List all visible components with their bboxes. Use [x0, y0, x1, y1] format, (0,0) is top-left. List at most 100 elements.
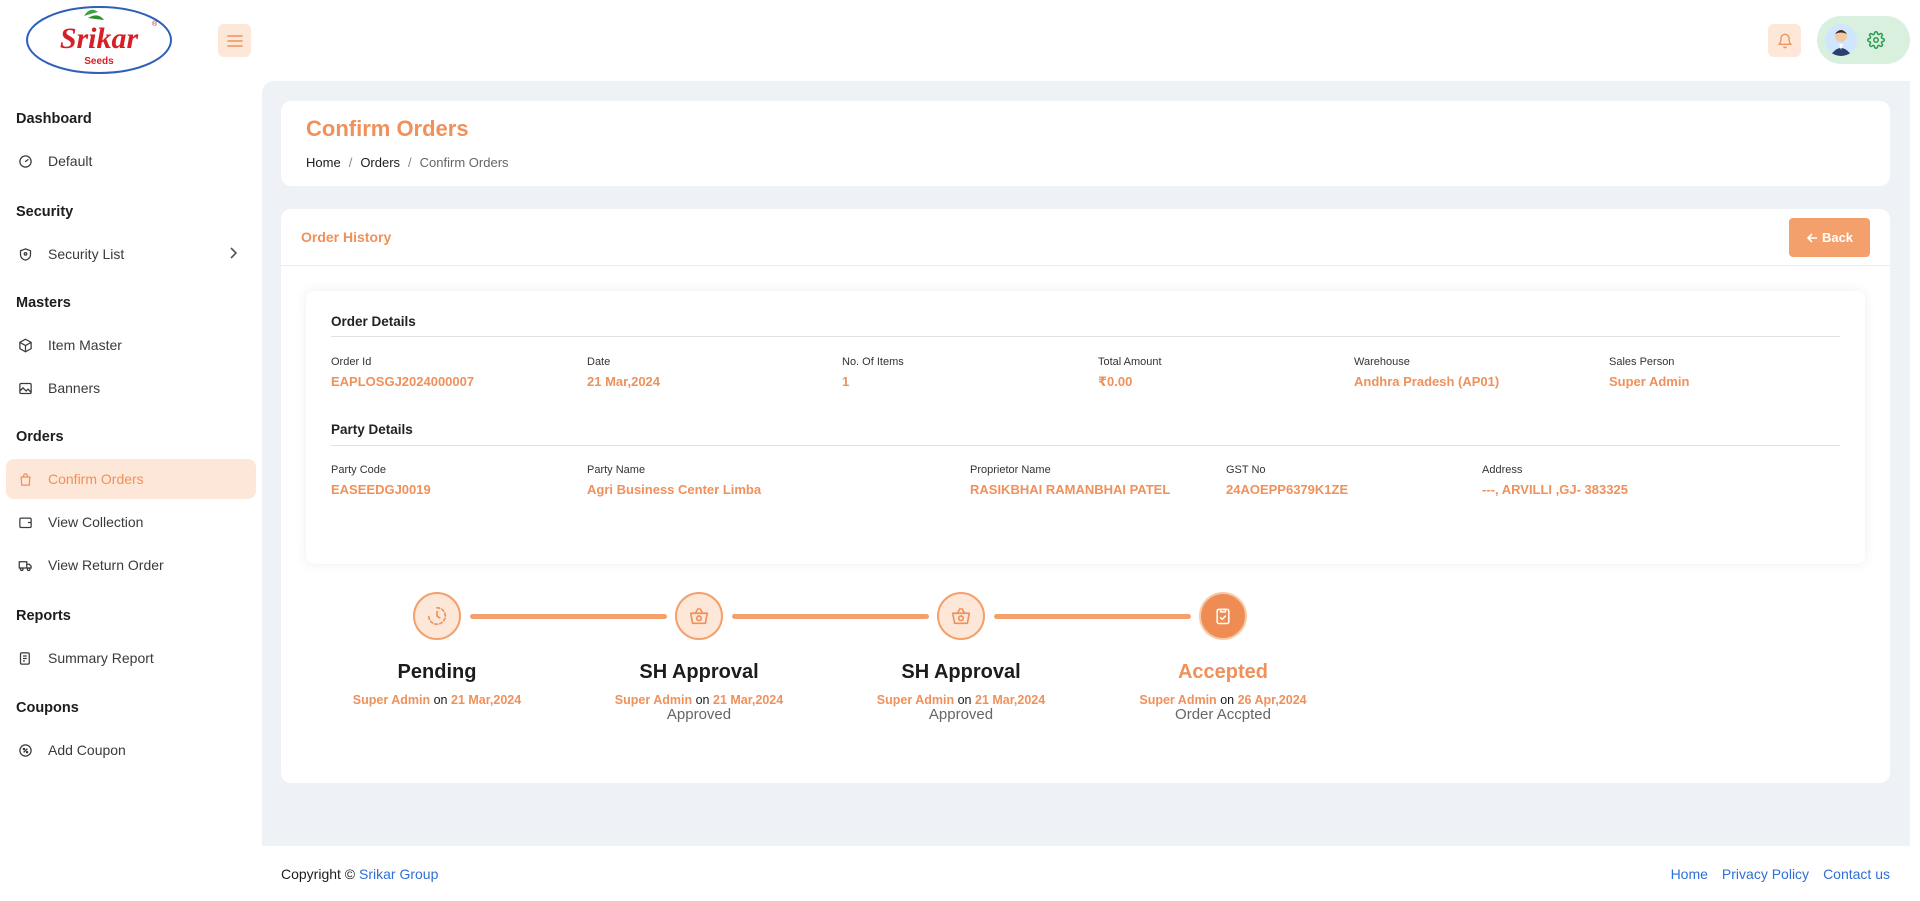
step-note: Order Accpted	[1175, 706, 1271, 723]
breadcrumb-current: Confirm Orders	[419, 155, 509, 170]
truck-icon	[16, 556, 34, 574]
company-link[interactable]: Srikar Group	[359, 866, 438, 882]
nav-heading-coupons: Coupons	[16, 700, 79, 716]
nav-heading-orders: Orders	[16, 429, 64, 445]
step-title: Pending	[397, 661, 477, 683]
srikar-seeds-logo[interactable]: Srikar Seeds ®	[24, 4, 174, 76]
pending-step-icon	[413, 592, 461, 640]
page-header-card: Confirm Orders Home / Orders / Confirm O…	[281, 101, 1890, 186]
sidebar-item-label: Security List	[48, 246, 125, 262]
sh-approval-step-icon	[937, 592, 985, 640]
clock-icon	[427, 606, 447, 626]
svg-text:®: ®	[152, 20, 158, 28]
notifications-button[interactable]	[1768, 24, 1801, 57]
field-label: Sales Person	[1609, 356, 1675, 368]
back-button[interactable]: Back	[1789, 218, 1870, 257]
sidebar-item-view-collection[interactable]: View Collection	[6, 502, 256, 542]
field-label: Address	[1482, 464, 1523, 476]
timeline-step-sh-approval: SH Approval Super Admin on 21 Mar,2024 A…	[841, 661, 1081, 723]
nav-heading-reports: Reports	[16, 608, 71, 624]
field-label: Proprietor Name	[970, 464, 1051, 476]
top-header: Srikar Seeds ®	[0, 0, 1920, 80]
field-value: Andhra Pradesh (AP01)	[1354, 374, 1500, 389]
footer-link-contact[interactable]: Contact us	[1823, 866, 1890, 882]
field-label: No. Of Items	[842, 356, 904, 368]
step-user: Super Admin	[352, 693, 431, 707]
box-icon	[16, 336, 34, 354]
hamburger-icon	[226, 34, 243, 47]
party-details-title: Party Details	[331, 422, 413, 437]
report-icon	[16, 649, 34, 667]
sidebar-item-summary-report[interactable]: Summary Report	[6, 638, 256, 678]
chevron-right-icon	[228, 246, 238, 263]
timeline-connector	[994, 614, 1191, 619]
image-icon	[16, 379, 34, 397]
timeline-step-sh-approval: SH Approval Super Admin on 21 Mar,2024 A…	[579, 661, 819, 723]
copyright-text: Copyright ©	[281, 866, 356, 882]
gear-icon[interactable]	[1867, 31, 1885, 49]
step-title: Accepted	[1177, 661, 1269, 683]
footer-links: Home Privacy Policy Contact us	[1671, 866, 1890, 882]
timeline-connector	[470, 614, 667, 619]
nav-heading-masters: Masters	[16, 295, 71, 311]
proprietor-name-field: Proprietor Name RASIKBHAI RAMANBHAI PATE…	[970, 464, 1170, 497]
field-value: 24AOEPP6379K1ZE	[1226, 482, 1349, 497]
field-value: RASIKBHAI RAMANBHAI PATEL	[970, 482, 1171, 497]
sidebar-item-view-return-order[interactable]: View Return Order	[6, 545, 256, 585]
svg-text:Seeds: Seeds	[84, 56, 114, 67]
breadcrumb-orders[interactable]: Orders	[360, 155, 400, 170]
step-date: 21 Mar,2024	[975, 693, 1046, 707]
sidebar-item-add-coupon[interactable]: Add Coupon	[6, 730, 256, 770]
gauge-icon	[16, 152, 34, 170]
field-value: EASEEDGJ0019	[331, 482, 431, 497]
nav-heading-dashboard: Dashboard	[16, 111, 92, 127]
sidebar-item-label: Default	[48, 153, 93, 169]
footer-link-privacy[interactable]: Privacy Policy	[1722, 866, 1809, 882]
step-meta: Super Admin on 21 Mar,2024	[579, 693, 819, 707]
items-count-field: No. Of Items 1	[842, 356, 904, 389]
back-button-label: Back	[1821, 230, 1854, 245]
field-value: Super Admin	[1609, 374, 1690, 389]
step-on-word: on	[1220, 693, 1235, 707]
sidebar-item-item-master[interactable]: Item Master	[6, 325, 256, 365]
details-panel: Order Details Order Id EAPLOSGJ202400000…	[306, 291, 1865, 564]
sidebar-item-confirm-orders[interactable]: Confirm Orders	[6, 459, 256, 499]
step-user: Super Admin	[876, 693, 955, 707]
date-field: Date 21 Mar,2024	[587, 356, 660, 389]
step-date: 21 Mar,2024	[713, 693, 784, 707]
sidebar-item-label: Summary Report	[48, 650, 154, 666]
sidebar-item-label: View Return Order	[48, 557, 164, 573]
sidebar-item-security-list[interactable]: Security List	[6, 234, 256, 274]
breadcrumb-home[interactable]: Home	[306, 155, 341, 170]
step-note: Approved	[928, 706, 994, 723]
profile-menu[interactable]	[1817, 16, 1910, 64]
step-title: SH Approval	[901, 661, 1021, 683]
sidebar-item-banners[interactable]: Banners	[6, 368, 256, 408]
order-id-field: Order Id EAPLOSGJ2024000007	[331, 356, 474, 389]
sidebar: Dashboard Default Security Security List…	[0, 80, 262, 840]
step-on-word: on	[957, 693, 972, 707]
field-label: Order Id	[331, 356, 372, 368]
step-date: 21 Mar,2024	[451, 693, 522, 707]
field-label: Total Amount	[1098, 356, 1162, 368]
page-title: Confirm Orders	[306, 116, 469, 141]
breadcrumb-separator: /	[348, 155, 353, 170]
footer-link-home[interactable]: Home	[1671, 866, 1708, 882]
clipboard-check-icon	[1216, 608, 1230, 625]
field-label: Party Name	[587, 464, 646, 476]
step-on-word: on	[695, 693, 710, 707]
field-label: Party Code	[331, 464, 387, 476]
avatar[interactable]	[1825, 24, 1857, 56]
sidebar-item-default[interactable]: Default	[6, 141, 256, 181]
gst-no-field: GST No 24AOEPP6379K1ZE	[1226, 464, 1348, 497]
shield-icon	[16, 245, 34, 263]
order-history-header: Order History Back	[281, 209, 1890, 266]
sidebar-item-label: Item Master	[48, 337, 122, 353]
field-value: ₹0.00	[1098, 374, 1133, 389]
sales-person-field: Sales Person Super Admin	[1609, 356, 1689, 389]
sidebar-item-label: Banners	[48, 380, 101, 396]
sidebar-item-label: Confirm Orders	[48, 471, 144, 487]
menu-toggle-button[interactable]	[218, 24, 251, 57]
shopping-bag-icon	[16, 470, 34, 488]
field-value: Agri Business Center Limba	[587, 482, 762, 497]
